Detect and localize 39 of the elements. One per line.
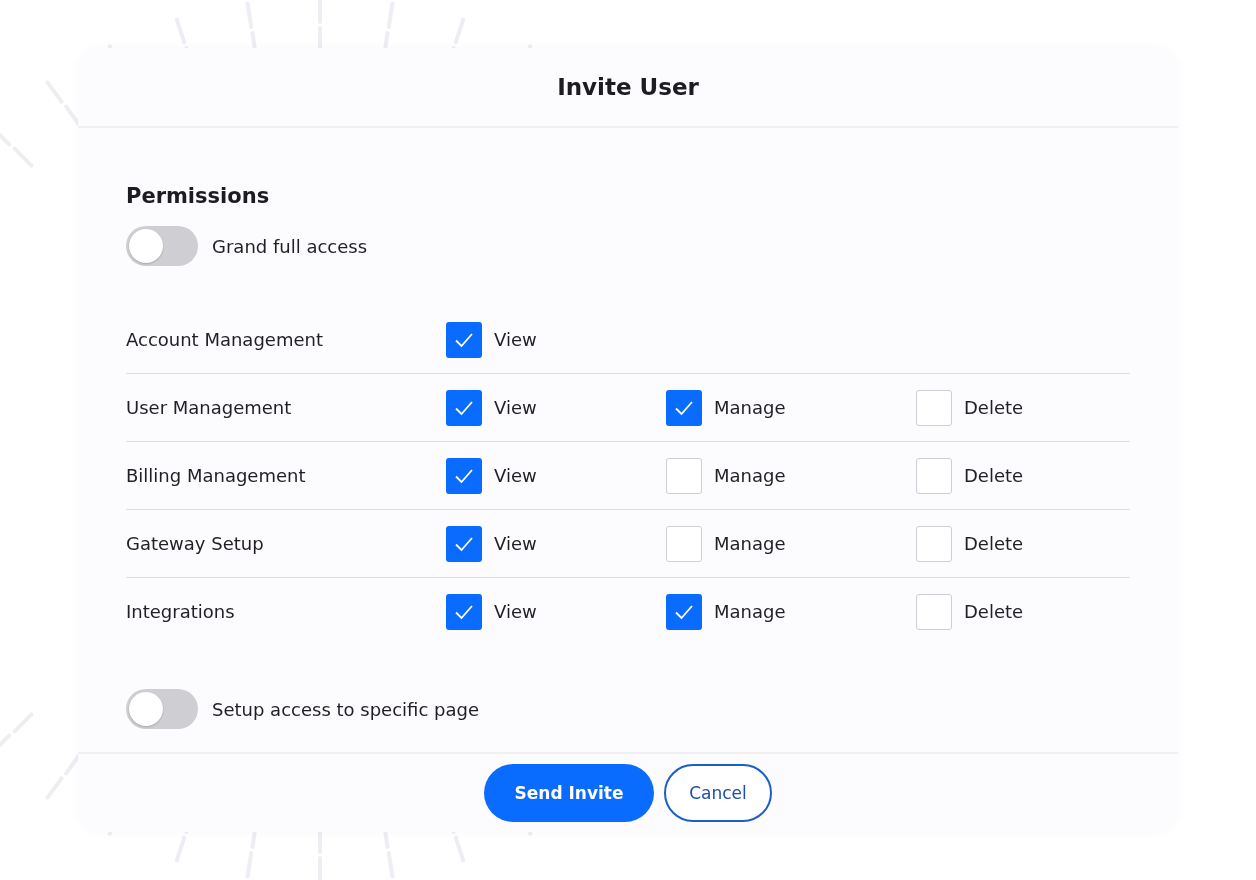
checkbox[interactable] — [916, 525, 952, 562]
checkbox-label: Manage — [714, 533, 786, 554]
checkbox[interactable] — [446, 321, 482, 358]
checkbox[interactable] — [916, 593, 952, 630]
checkbox[interactable] — [666, 389, 702, 426]
permission-name: Account Management — [126, 329, 324, 350]
checkbox[interactable] — [446, 525, 482, 562]
checkbox[interactable] — [446, 593, 482, 630]
checkbox-label: View — [494, 601, 537, 622]
checkbox-label: View — [494, 465, 537, 486]
checkbox[interactable] — [666, 457, 702, 494]
dialog-title: Invite User — [557, 74, 699, 100]
permission-name: Gateway Setup — [126, 533, 265, 554]
checkbox-label: Delete — [964, 397, 1024, 418]
toggle-label: Setup access to specific page — [212, 698, 479, 720]
checkbox-label: View — [494, 533, 537, 554]
permission-name: Integrations — [126, 601, 236, 622]
checkbox-label: Delete — [964, 465, 1024, 486]
checkbox-label: Manage — [714, 397, 786, 418]
checkbox-label: Delete — [964, 533, 1024, 554]
checkbox-label: Manage — [714, 601, 786, 622]
checkbox-label: View — [494, 397, 537, 418]
checkbox-label: View — [494, 329, 537, 350]
checkbox[interactable] — [446, 457, 482, 494]
checkbox-label: Delete — [964, 601, 1024, 622]
section-title: Permissions — [126, 184, 271, 208]
checkbox[interactable] — [916, 457, 952, 494]
cancel-button[interactable]: Cancel — [664, 764, 772, 822]
toggle-label: Grand full access — [212, 235, 368, 257]
toggle-switch[interactable] — [126, 226, 198, 266]
checkbox[interactable] — [446, 389, 482, 426]
checkbox[interactable] — [916, 389, 952, 426]
checkbox[interactable] — [666, 525, 702, 562]
toggle-switch[interactable] — [126, 689, 198, 729]
checkbox-label: Manage — [714, 465, 786, 486]
checkbox[interactable] — [666, 593, 702, 630]
send-button[interactable]: Send Invite — [484, 764, 654, 822]
permission-name: User Management — [126, 397, 293, 418]
permission-name: Billing Management — [126, 465, 307, 486]
